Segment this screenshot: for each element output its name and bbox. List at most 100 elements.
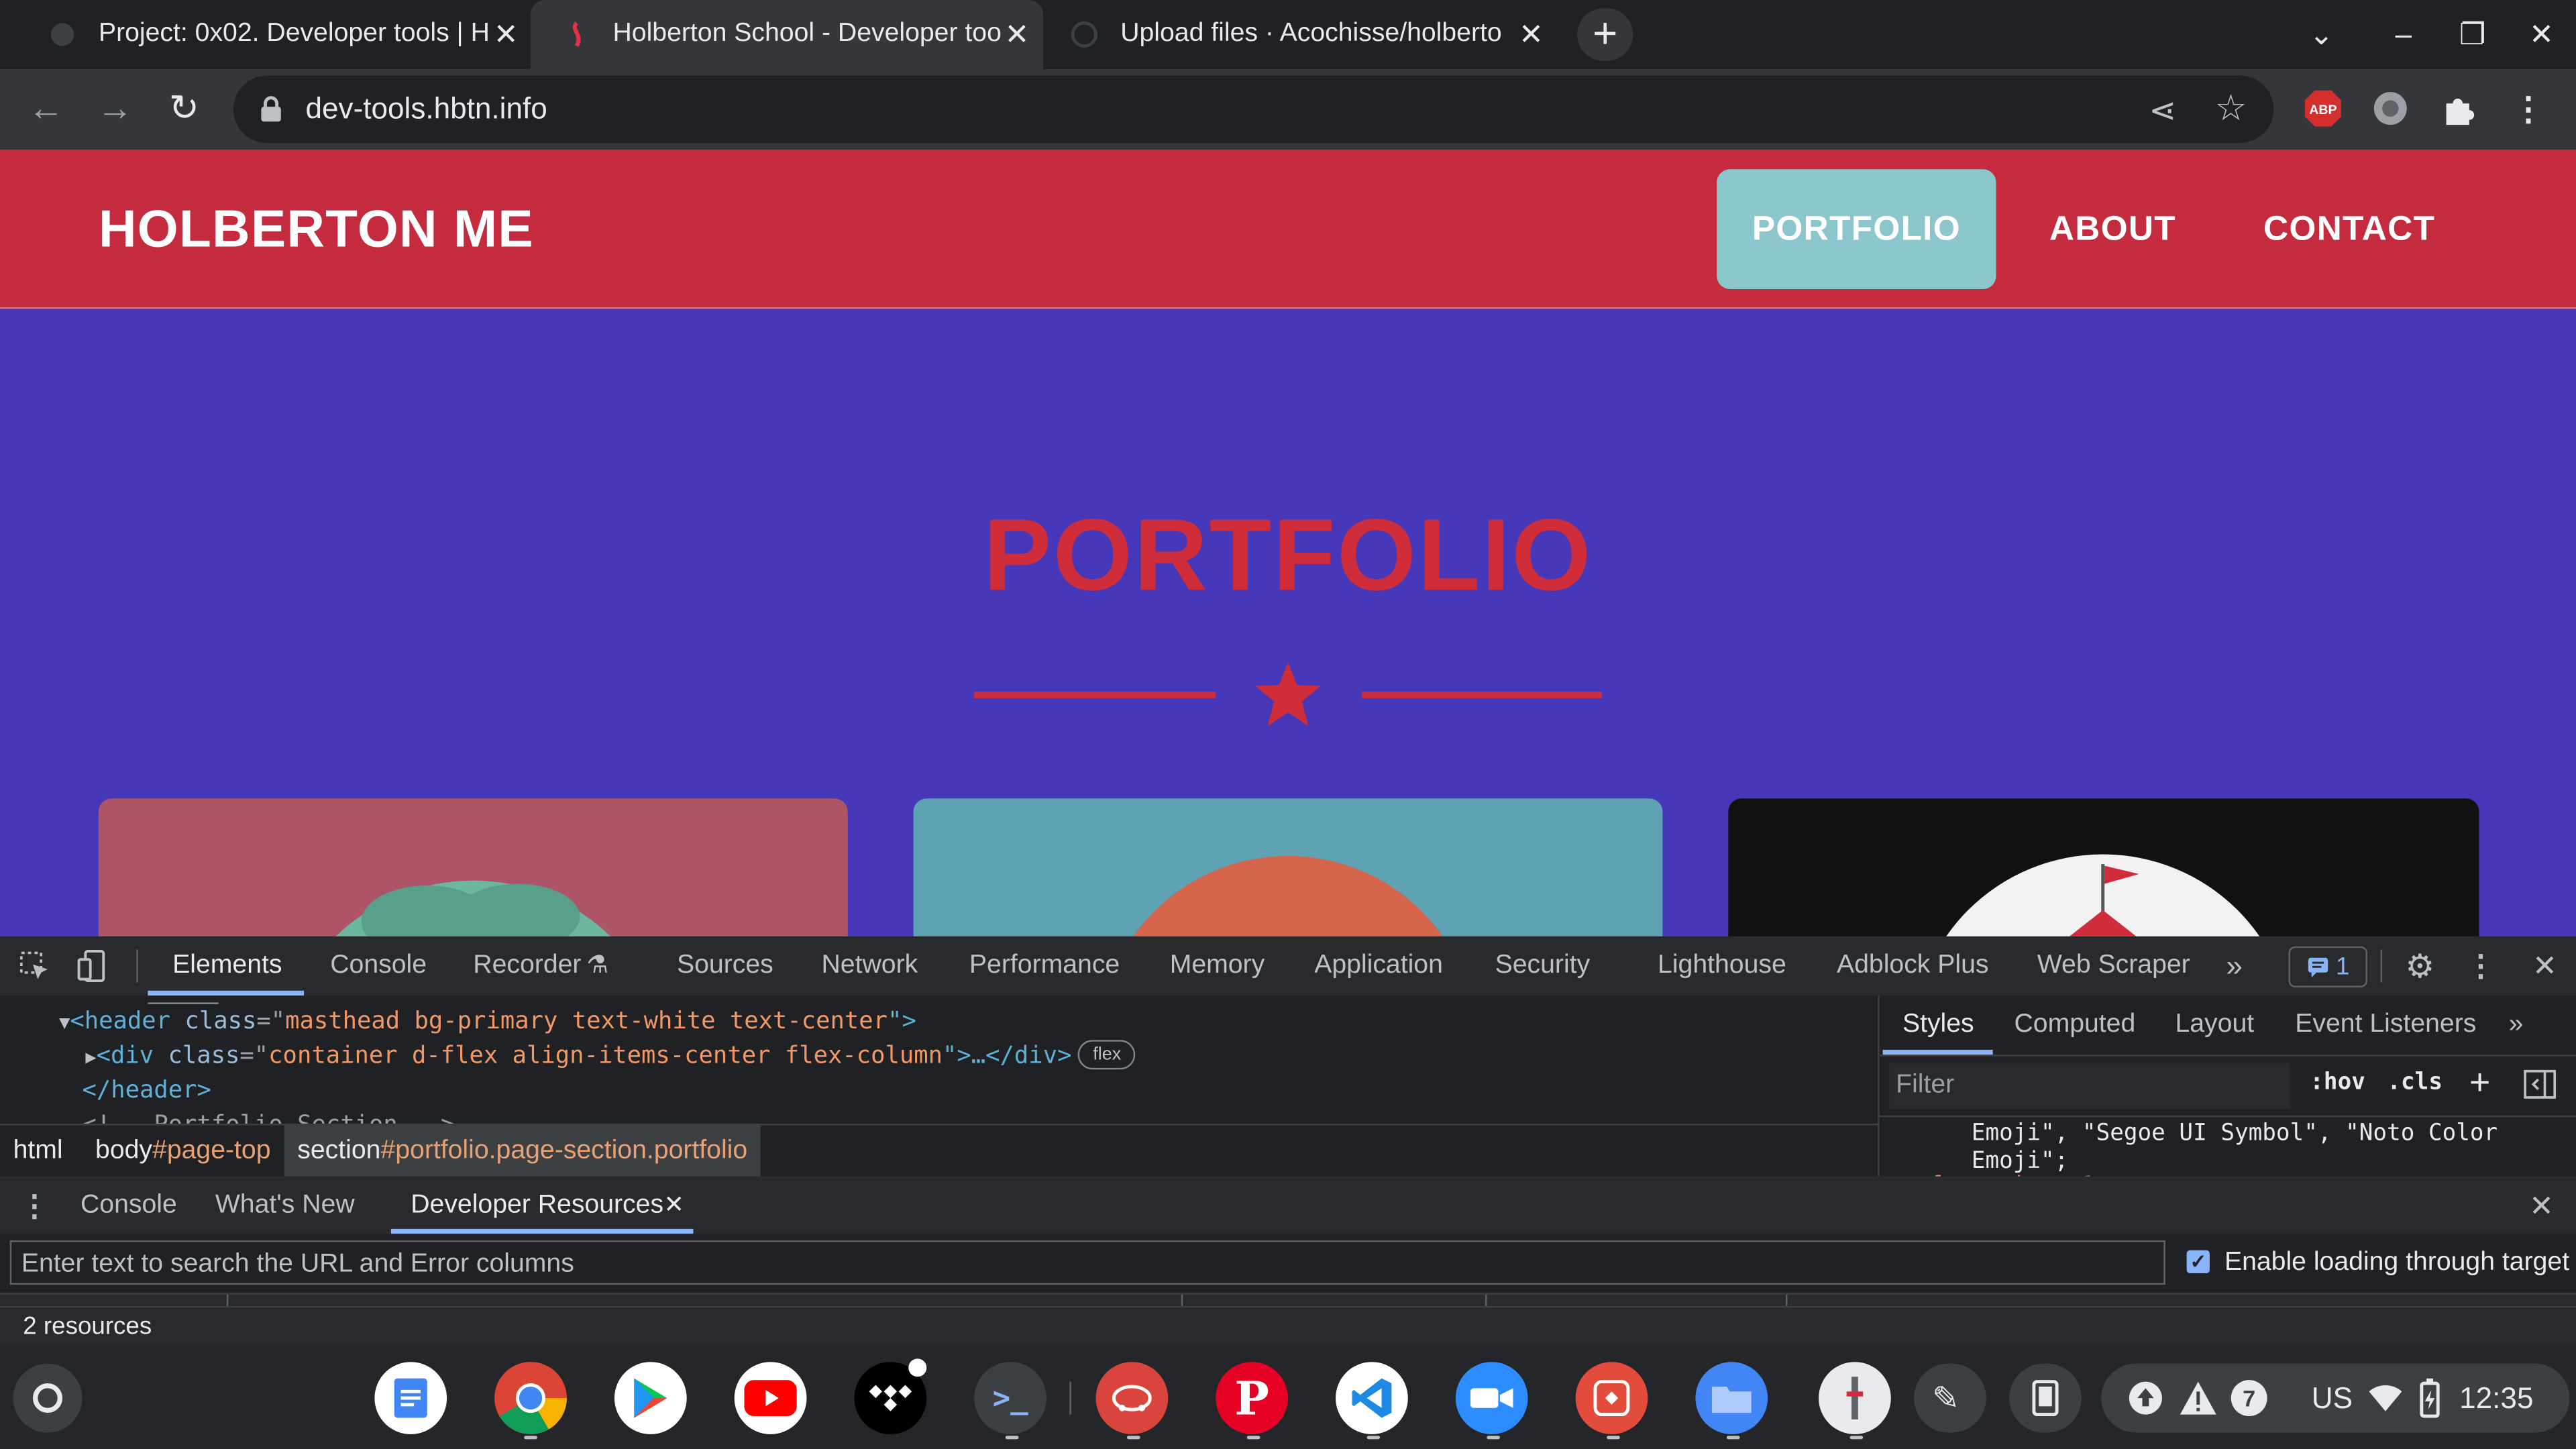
- drawer-tab-developer-resources[interactable]: Developer Resources: [411, 1176, 663, 1234]
- resources-status: 2 resources: [0, 1305, 2576, 1346]
- minimize-icon[interactable]: –: [2371, 0, 2436, 69]
- vscode-icon[interactable]: [1336, 1362, 1408, 1434]
- youtube-icon[interactable]: [734, 1362, 807, 1434]
- close-devtools-icon[interactable]: ✕: [2525, 947, 2565, 986]
- tree-node-header-close[interactable]: </header>: [82, 1075, 211, 1109]
- divider-line-left: [974, 692, 1216, 698]
- close-tab-icon[interactable]: ✕: [663, 1189, 684, 1220]
- styles-tab-event-listeners[interactable]: Event Listeners: [2295, 996, 2476, 1055]
- update-icon: [2129, 1381, 2162, 1415]
- styles-filter-input[interactable]: Filter: [1889, 1063, 2290, 1110]
- portfolio-card-circus[interactable]: [1728, 798, 2479, 936]
- chrome-icon[interactable]: [494, 1362, 567, 1434]
- tree-node-div[interactable]: ▶<div class="container d-flex align-item…: [85, 1040, 1136, 1074]
- settings-gear-icon[interactable]: ⚙: [2400, 947, 2440, 986]
- pinterest-icon[interactable]: P: [1216, 1362, 1289, 1434]
- devtools-menu-icon[interactable]: ⋮: [2461, 947, 2501, 986]
- class-toggle[interactable]: .cls: [2387, 1069, 2443, 1095]
- more-tabs-icon[interactable]: »: [2214, 947, 2254, 986]
- elements-tree: —————— ▼<header class="masthead bg-prima…: [0, 996, 1878, 1124]
- portfolio-card-cake[interactable]: [913, 798, 1663, 936]
- devtools-tab-web-scraper[interactable]: Web Scraper: [2037, 936, 2190, 996]
- breadcrumb: html body#page-top section#portfolio.pag…: [0, 1124, 1878, 1180]
- adblock-plus-icon[interactable]: ABP: [2300, 85, 2347, 131]
- app-icon[interactable]: [1819, 1362, 1891, 1434]
- tree-node-header[interactable]: ▼<header class="masthead bg-primary text…: [59, 1006, 916, 1040]
- expand-triangle-icon[interactable]: ▼: [59, 1012, 70, 1034]
- inspect-element-icon[interactable]: [15, 947, 54, 986]
- phone-hub-button[interactable]: [2009, 1363, 2082, 1433]
- cloud-app-icon[interactable]: [1095, 1362, 1169, 1434]
- issues-badge[interactable]: 1: [2288, 946, 2368, 987]
- bookmark-star-icon[interactable]: ☆: [2214, 87, 2247, 130]
- sketch-icon[interactable]: [1575, 1362, 1648, 1434]
- devtools-tab-elements[interactable]: Elements: [172, 936, 282, 996]
- browser-tab-holberton[interactable]: Holberton School - Developer too ✕: [531, 0, 1044, 69]
- devtools-tab-network[interactable]: Network: [822, 936, 918, 996]
- portfolio-card-cabin[interactable]: [98, 798, 848, 936]
- restore-icon[interactable]: ❐: [2440, 0, 2506, 69]
- close-drawer-icon[interactable]: ✕: [2522, 1186, 2561, 1226]
- status-tray[interactable]: 7 US 12:35: [2101, 1363, 2570, 1433]
- warning-icon: [2180, 1381, 2216, 1415]
- share-icon[interactable]: ⋖: [2149, 91, 2176, 131]
- nav-portfolio[interactable]: PORTFOLIO: [1717, 169, 1996, 290]
- web-scraper-icon[interactable]: [2367, 85, 2414, 131]
- reload-icon[interactable]: ↻: [158, 82, 210, 134]
- toolbar-divider: [136, 949, 138, 983]
- devtools-tab-lighthouse[interactable]: Lighthouse: [1658, 936, 1786, 996]
- breadcrumb-html[interactable]: html: [0, 1126, 76, 1178]
- styles-tab-computed[interactable]: Computed: [2014, 996, 2135, 1055]
- nav-about[interactable]: ABOUT: [2017, 169, 2208, 289]
- nav-contact[interactable]: CONTACT: [2235, 169, 2465, 289]
- devtools-tab-recorder[interactable]: Recorder: [473, 936, 581, 996]
- close-icon[interactable]: ✕: [1000, 17, 1033, 52]
- hover-state-toggle[interactable]: :hov: [2310, 1069, 2365, 1095]
- browser-tab-project[interactable]: Project: 0x02. Developer tools | H ✕: [49, 0, 522, 69]
- drawer-menu-icon[interactable]: ⋮: [15, 1186, 54, 1226]
- zoom-icon[interactable]: [1455, 1362, 1528, 1434]
- breadcrumb-section[interactable]: section#portfolio.page-section.portfolio: [284, 1125, 761, 1178]
- drawer-tab-whats-new[interactable]: What's New: [215, 1176, 355, 1234]
- devtools-tab-security[interactable]: Security: [1495, 936, 1591, 996]
- browser-tab-upload[interactable]: Upload files · Acochisse/holberto ✕: [1071, 0, 1548, 69]
- stylus-tools-button[interactable]: ✎: [1914, 1363, 1986, 1433]
- styles-tab-styles[interactable]: Styles: [1902, 996, 1974, 1055]
- breadcrumb-body[interactable]: body#page-top: [82, 1126, 284, 1178]
- battery-charging-icon: [2420, 1378, 2440, 1418]
- tab-search-icon[interactable]: ⌄: [2288, 0, 2354, 69]
- address-bar[interactable]: dev-tools.hbtn.info ⋖ ☆: [233, 75, 2274, 144]
- devtools-tab-application[interactable]: Application: [1314, 936, 1443, 996]
- devtools-tab-memory[interactable]: Memory: [1170, 936, 1265, 996]
- devtools-tab-console[interactable]: Console: [330, 936, 427, 996]
- running-indicator: [1127, 1436, 1140, 1440]
- phone-hub-icon: [2032, 1380, 2059, 1417]
- more-tabs-icon[interactable]: »: [2509, 996, 2524, 1055]
- devtools-tab-adblock-plus[interactable]: Adblock Plus: [1837, 936, 1989, 996]
- device-toolbar-icon[interactable]: [74, 947, 113, 986]
- close-icon[interactable]: ✕: [1515, 17, 1548, 52]
- chrome-menu-icon[interactable]: ⋮: [2506, 85, 2552, 131]
- extensions-icon[interactable]: [2436, 85, 2483, 131]
- terminal-icon[interactable]: >_: [974, 1362, 1047, 1434]
- flex-badge[interactable]: flex: [1078, 1040, 1136, 1070]
- new-tab-button[interactable]: +: [1577, 8, 1633, 61]
- resources-search-input[interactable]: Enter text to search the URL and Error c…: [9, 1240, 2165, 1285]
- launcher-icon[interactable]: [13, 1363, 83, 1433]
- drawer-tab-console[interactable]: Console: [80, 1176, 177, 1234]
- play-store-icon[interactable]: [614, 1362, 687, 1434]
- forward-icon[interactable]: →: [89, 82, 141, 134]
- new-style-rule-icon[interactable]: +: [2469, 1061, 2490, 1104]
- close-window-icon[interactable]: ✕: [2509, 0, 2575, 69]
- toggle-sidebar-icon[interactable]: [2524, 1069, 2557, 1107]
- devtools-tab-performance[interactable]: Performance: [969, 936, 1120, 996]
- enable-loading-checkbox[interactable]: ✓: [2186, 1250, 2210, 1273]
- site-brand[interactable]: HOLBERTON ME: [99, 199, 534, 260]
- back-icon[interactable]: ←: [19, 82, 72, 134]
- devtools-tab-sources[interactable]: Sources: [677, 936, 773, 996]
- close-icon[interactable]: ✕: [490, 17, 523, 52]
- styles-tab-layout[interactable]: Layout: [2175, 996, 2254, 1055]
- files-icon[interactable]: [1695, 1362, 1768, 1434]
- docs-icon[interactable]: [374, 1362, 447, 1434]
- collapse-triangle-icon[interactable]: ▶: [85, 1046, 96, 1068]
